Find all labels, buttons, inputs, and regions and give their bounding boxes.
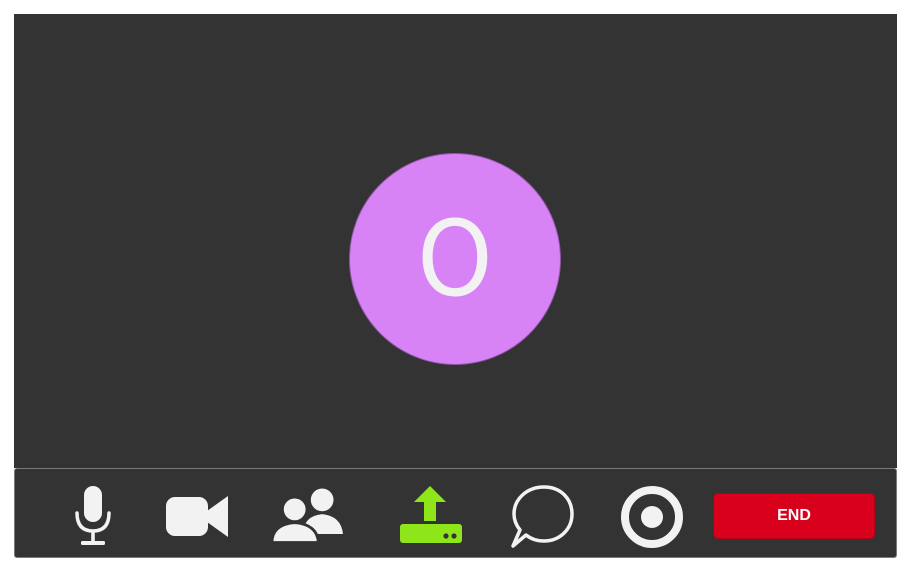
video-camera-icon bbox=[166, 496, 228, 537]
chat-button[interactable] bbox=[505, 483, 577, 549]
record-icon bbox=[621, 486, 683, 548]
avatar-initial: O bbox=[417, 198, 493, 320]
microphone-button[interactable] bbox=[57, 483, 129, 549]
end-call-button[interactable]: END bbox=[713, 493, 875, 539]
microphone-icon bbox=[75, 486, 111, 545]
record-button[interactable] bbox=[614, 483, 686, 549]
share-screen-button[interactable] bbox=[393, 483, 465, 549]
participants-button[interactable] bbox=[271, 483, 343, 549]
camera-button[interactable] bbox=[160, 483, 232, 549]
video-stage: O bbox=[14, 14, 897, 468]
participant-avatar: O bbox=[349, 153, 561, 365]
call-toolbar: END bbox=[14, 468, 897, 558]
upload-share-icon bbox=[400, 486, 462, 543]
chat-bubble-icon bbox=[511, 485, 574, 548]
participants-icon bbox=[271, 488, 343, 544]
